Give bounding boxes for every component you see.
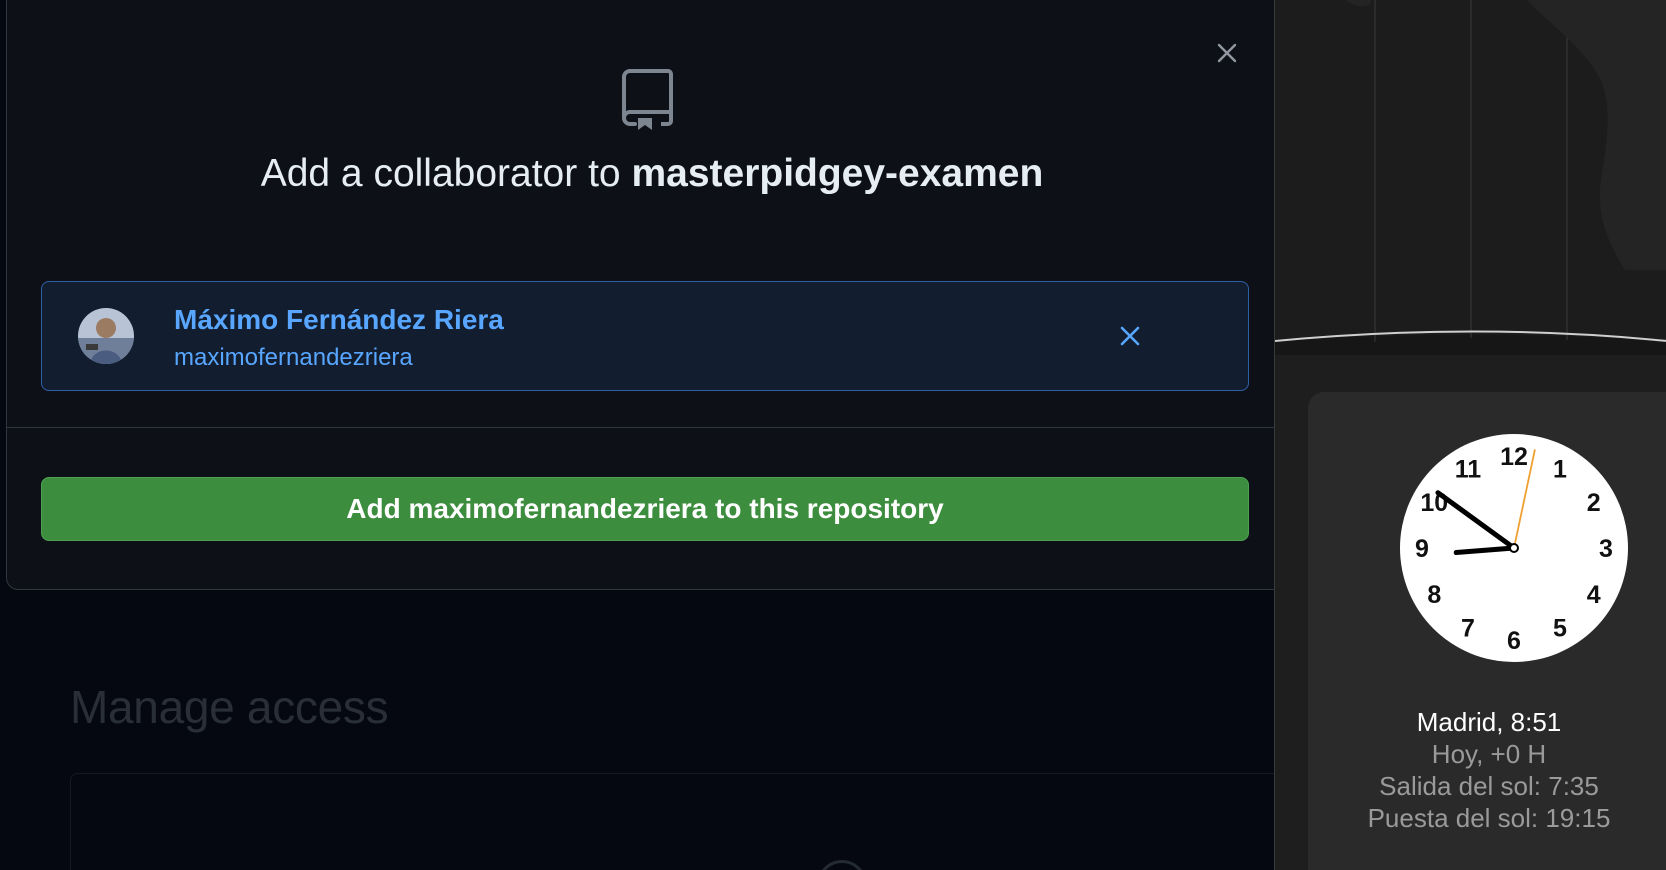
clock-number: 7: [1461, 615, 1475, 643]
clock-number: 5: [1553, 615, 1567, 643]
close-icon: [1217, 43, 1237, 63]
clock-number: 6: [1507, 627, 1521, 655]
selected-user-card: Máximo Fernández Riera maximofernandezri…: [41, 281, 1249, 391]
dialog-close-button[interactable]: [1207, 33, 1247, 73]
clock-number: 4: [1587, 581, 1601, 609]
clock-number: 9: [1415, 535, 1429, 563]
clock-number: 1: [1553, 455, 1567, 483]
clock-number: 8: [1427, 581, 1441, 609]
add-collaborator-button[interactable]: Add maximofernandezriera to this reposit…: [41, 477, 1249, 541]
clock-number: 11: [1455, 455, 1482, 483]
manage-access-card: [70, 773, 1312, 870]
clock-number: 10: [1420, 489, 1448, 517]
dialog-title-prefix: Add a collaborator to: [260, 152, 621, 195]
madrid-clock-card[interactable]: 12 1 2 3 4 5 6 7 8 9 10 11 Madrid, 8:51 Hoy, +0 H S…: [1308, 392, 1666, 870]
collaborator-login: maximofernandezriera: [174, 344, 413, 371]
clock-sunrise: Salida del sol: 7:35: [1379, 771, 1599, 801]
clock-day-offset: Hoy, +0 H: [1431, 739, 1547, 769]
repository-name: masterpidgey-examen: [631, 152, 1044, 195]
repo-icon: [621, 69, 673, 136]
clock-city-time: Madrid, 8:51: [1416, 707, 1562, 737]
remove-user-button[interactable]: [1112, 318, 1148, 354]
manage-access-heading: Manage access: [70, 681, 389, 733]
world-clock-widget: 12 1 2 3 4 5 6 7 8 9 10 11 Madrid, 8:51 Hoy, +0 H S…: [1274, 0, 1666, 870]
clock-sunset: Puesta del sol: 19:15: [1367, 803, 1611, 833]
avatar: [78, 308, 134, 364]
dialog-divider: [7, 427, 1307, 428]
clock-number: 3: [1599, 535, 1613, 563]
add-collaborator-dialog: Add a collaborator to masterpidgey-exame…: [6, 0, 1308, 590]
clock-number: 12: [1500, 443, 1528, 471]
analog-clock: 12 12 3 45 6 78 9 1011: [1400, 434, 1628, 662]
collaborator-name: Máximo Fernández Riera: [174, 304, 504, 335]
dialog-title: Add a collaborator to masterpidgey-exame…: [7, 152, 1297, 196]
close-icon: [1120, 326, 1140, 346]
clock-center-pin: [1509, 543, 1519, 553]
clock-number: 2: [1587, 489, 1601, 517]
screen: Manage access Add a collaborator to mast…: [0, 0, 1666, 870]
world-map: [1275, 0, 1666, 355]
